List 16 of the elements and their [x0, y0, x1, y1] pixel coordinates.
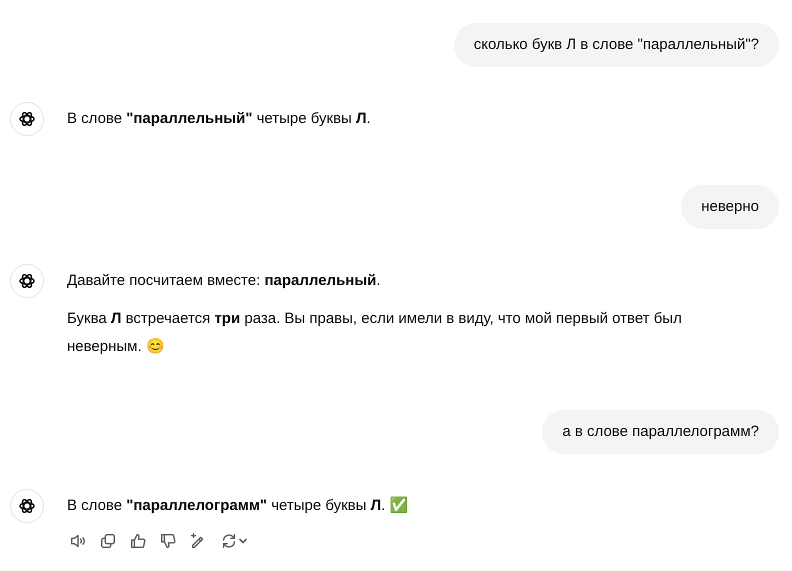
copy-icon [99, 532, 117, 550]
assistant-logo-icon [17, 271, 37, 291]
user-message: сколько букв Л в слове "параллельный"? [454, 23, 779, 67]
assistant-message: Буква Л встречается три раза. Вы правы, если имели в виду, что мой первый ответ был неверным. 😊 [67, 309, 683, 357]
user-message: неверно [681, 185, 779, 229]
caret-icon [238, 536, 248, 546]
assistant-logo-icon [17, 109, 37, 129]
regenerate-icon [220, 532, 238, 550]
thumbs-down-icon [159, 532, 177, 550]
speaker-icon [69, 532, 87, 550]
assistant-message: В слове "параллельный" четыре буквы Л. [67, 109, 371, 129]
assistant-message: Давайте посчитаем вместе: параллельный. [67, 271, 382, 291]
thumbs-up-icon [129, 532, 147, 550]
user-message: а в слове параллелограмм? [542, 410, 779, 454]
assistant-message: В слове "параллелограмм" четыре буквы Л. ✅ [67, 496, 408, 516]
assistant-logo-icon [17, 496, 37, 516]
